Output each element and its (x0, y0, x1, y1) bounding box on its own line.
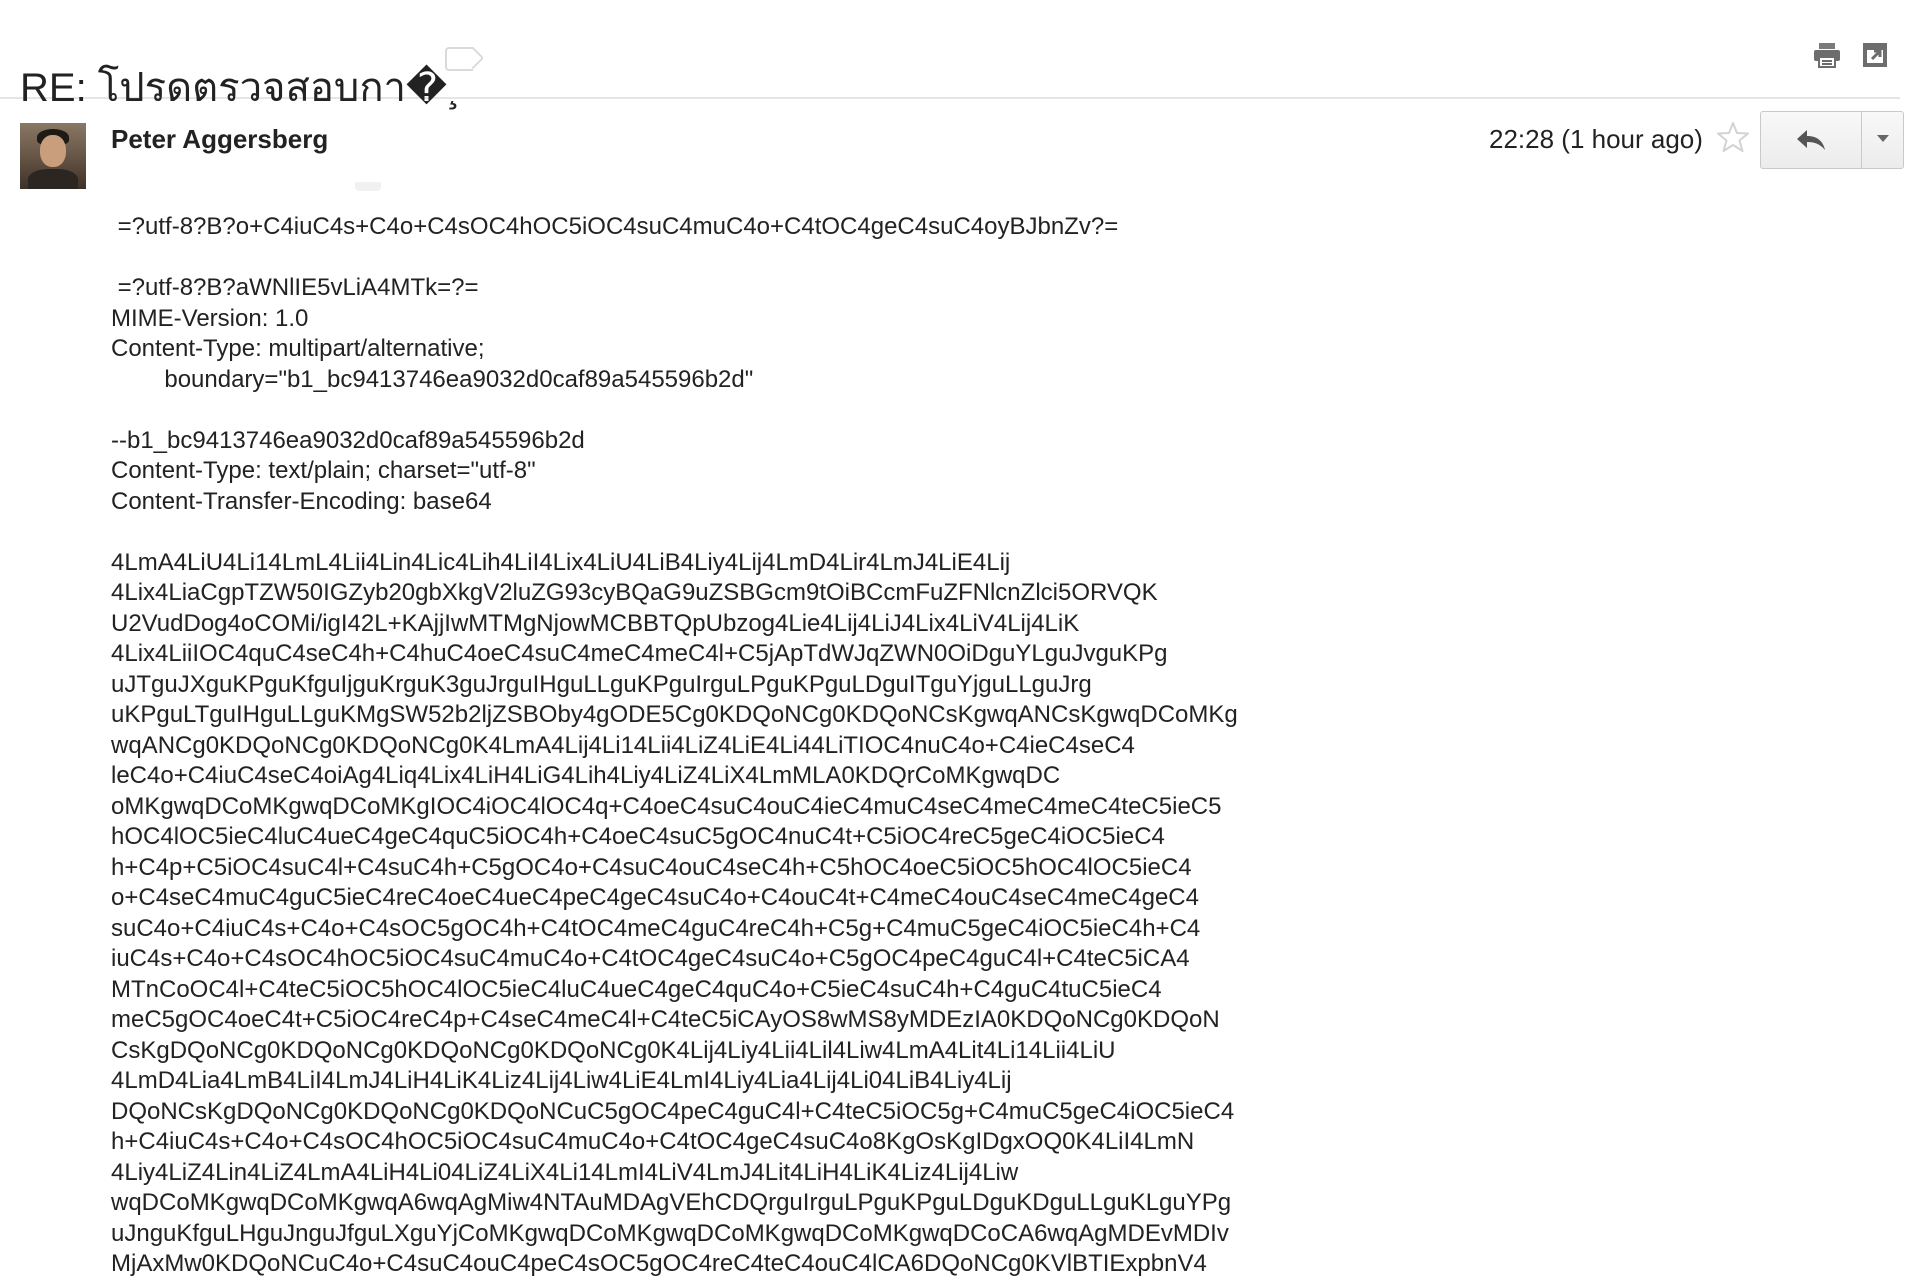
print-icon[interactable] (1812, 40, 1842, 70)
more-actions-button[interactable] (1862, 112, 1903, 168)
email-subject: RE: โปรดตรวจสอบกา�¸ (20, 65, 461, 110)
label-tag-icon[interactable] (445, 47, 473, 71)
reply-arrow-icon (1797, 130, 1825, 150)
message-timestamp: 22:28 (1 hour ago) (1489, 124, 1703, 154)
subject-bar: RE: โปรดตรวจสอบกา�¸ (0, 0, 1900, 110)
star-outline-icon[interactable] (1716, 120, 1750, 154)
message-body: =?utf-8?B?o+C4iuC4s+C4o+C4sOC4hOC5iOC4su… (111, 213, 1238, 1277)
reply-button[interactable] (1761, 112, 1862, 168)
show-trimmed-content-toggle[interactable] (355, 182, 381, 191)
chevron-down-icon (1877, 135, 1889, 142)
sender-name[interactable]: Peter Aggersberg (111, 124, 328, 155)
new-window-icon[interactable] (1860, 40, 1890, 70)
sender-avatar (20, 123, 86, 189)
reply-button-group (1760, 111, 1904, 169)
